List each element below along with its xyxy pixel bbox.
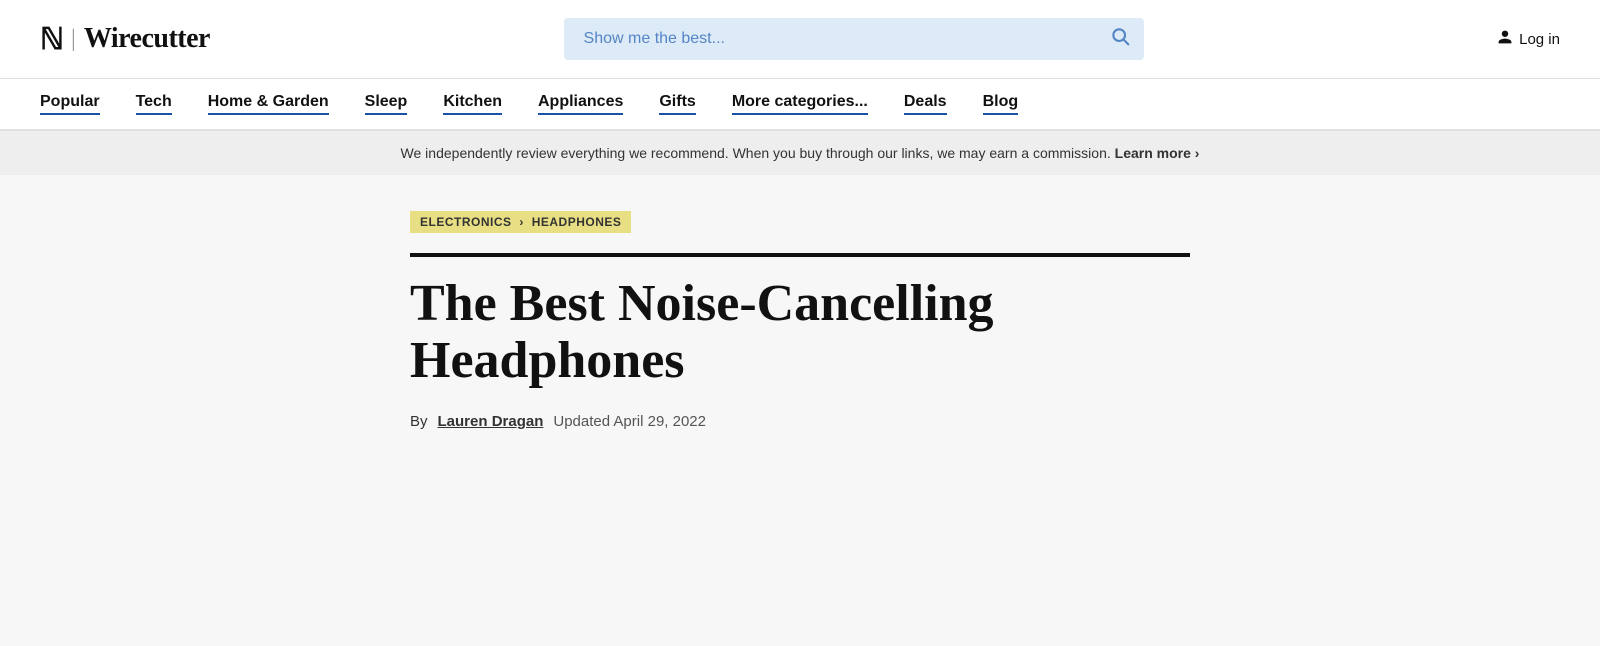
learn-more-link[interactable]: Learn more › — [1115, 145, 1200, 161]
article-title: The Best Noise-Cancelling Headphones — [410, 275, 1190, 389]
site-name: Wirecutter — [84, 23, 210, 55]
nyt-logo: ℕ — [40, 22, 63, 57]
site-header: ℕ | Wirecutter Log in — [0, 0, 1600, 79]
byline-date: Updated April 29, 2022 — [553, 413, 706, 430]
breadcrumb-separator: › — [519, 215, 524, 229]
article-header: The Best Noise-Cancelling Headphones By … — [410, 253, 1190, 430]
main-nav: Popular Tech Home & Garden Sleep Kitchen… — [0, 79, 1600, 131]
nav-item-kitchen[interactable]: Kitchen — [443, 93, 502, 115]
breadcrumb: ELECTRONICS › HEADPHONES — [410, 211, 631, 233]
search-input[interactable] — [564, 18, 1144, 60]
breadcrumb-subcategory[interactable]: HEADPHONES — [532, 215, 622, 229]
article-byline: By Lauren Dragan Updated April 29, 2022 — [410, 413, 1190, 430]
nav-item-blog[interactable]: Blog — [983, 93, 1019, 115]
disclaimer-text: We independently review everything we re… — [401, 145, 1111, 161]
disclaimer-banner: We independently review everything we re… — [0, 131, 1600, 175]
nav-item-popular[interactable]: Popular — [40, 93, 100, 115]
logo-area: ℕ | Wirecutter — [40, 22, 210, 57]
nav-item-home-garden[interactable]: Home & Garden — [208, 93, 329, 115]
byline-author[interactable]: Lauren Dragan — [438, 413, 544, 430]
breadcrumb-category[interactable]: ELECTRONICS — [420, 215, 512, 229]
search-icon[interactable] — [1110, 26, 1130, 52]
login-label: Log in — [1519, 31, 1560, 48]
byline-by-text: By — [410, 413, 428, 430]
nav-item-appliances[interactable]: Appliances — [538, 93, 623, 115]
user-icon — [1497, 29, 1513, 50]
nav-item-deals[interactable]: Deals — [904, 93, 947, 115]
main-content: ELECTRONICS › HEADPHONES The Best Noise-… — [370, 175, 1230, 494]
nav-item-more-categories[interactable]: More categories... — [732, 93, 868, 115]
search-area — [564, 18, 1144, 60]
nav-item-gifts[interactable]: Gifts — [659, 93, 695, 115]
logo-pipe: | — [71, 26, 76, 53]
login-area[interactable]: Log in — [1497, 29, 1560, 50]
nav-item-sleep[interactable]: Sleep — [365, 93, 408, 115]
nav-item-tech[interactable]: Tech — [136, 93, 172, 115]
